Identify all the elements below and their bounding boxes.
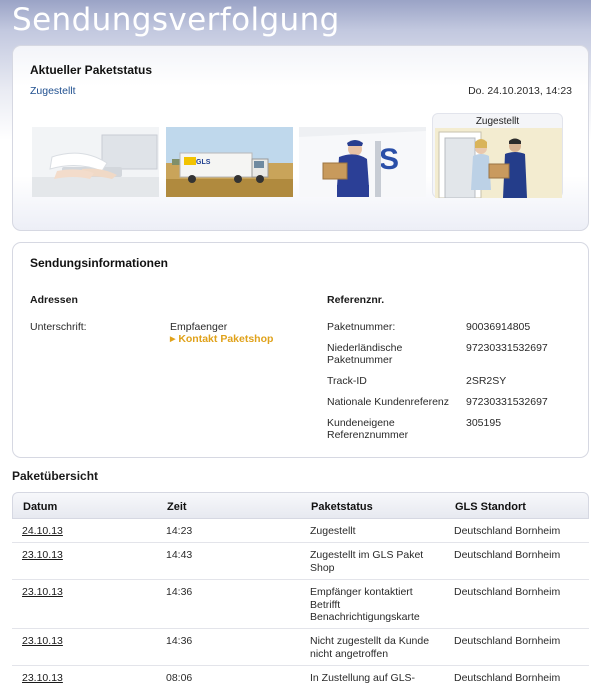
parcel-history-table: Datum Zeit Paketstatus GLS Standort 24.1… <box>12 492 589 684</box>
reference-value: 305195 <box>466 417 502 429</box>
table-header: Datum Zeit Paketstatus GLS Standort <box>12 492 589 519</box>
row-date-link[interactable]: 23.10.13 <box>22 586 63 599</box>
page-title: Sendungsverfolgung <box>12 2 340 38</box>
row-location: Deutschland Bornheim <box>454 525 561 537</box>
info-panel-title: Sendungsinformationen <box>30 256 168 270</box>
row-status: Zugestellt im GLS Paket Shop <box>310 549 424 574</box>
row-status: Nicht zugestellt da Kunde nicht angetrof… <box>310 635 430 660</box>
step-image-courier-van: S <box>299 127 426 197</box>
contact-parcelshop-label: Kontakt Paketshop <box>178 333 274 345</box>
step-delivered-tile: Zugestellt <box>432 113 563 198</box>
reference-label: Nationale Kundenreferenz <box>327 396 450 408</box>
table-row: 23.10.13 14:36 Nicht zugestellt da Kunde… <box>12 629 589 666</box>
reference-label: Track-ID <box>327 375 367 387</box>
row-location: Deutschland Bornheim <box>454 549 561 561</box>
row-location: Deutschland Bornheim <box>454 586 561 598</box>
active-step-label: Zugestellt <box>475 116 520 127</box>
row-time: 08:06 <box>166 672 193 684</box>
reference-label: Kundeneigene Referenznummer <box>327 417 409 441</box>
reference-label: Paketnummer: <box>327 321 396 333</box>
arrow-right-icon: ▶ <box>170 336 176 343</box>
signature-value: Empfaenger <box>170 321 228 333</box>
contact-parcelshop-link[interactable]: ▶ Kontakt Paketshop <box>170 333 273 345</box>
references-heading: Referenznr. <box>327 294 385 306</box>
row-location: Deutschland Bornheim <box>454 672 561 684</box>
table-row: 23.10.13 14:43 Zugestellt im GLS Paket S… <box>12 543 589 580</box>
row-location: Deutschland Bornheim <box>454 635 561 647</box>
step-image-truck: GLS <box>166 127 293 197</box>
step-image-order-entry <box>32 127 159 197</box>
column-header-time: Zeit <box>167 501 187 513</box>
row-time: 14:43 <box>166 549 193 561</box>
current-status-panel: Aktueller Paketstatus Zugestellt Do. 24.… <box>12 45 589 231</box>
table-row: 24.10.13 14:23 Zugestellt Deutschland Bo… <box>12 519 589 543</box>
addresses-heading: Adressen <box>30 294 78 306</box>
row-status: Zugestellt <box>310 525 356 537</box>
column-header-status: Paketstatus <box>311 501 373 513</box>
step-image-delivery <box>435 128 562 198</box>
table-row: 23.10.13 14:36 Empfänger kontaktiert Bet… <box>12 580 589 629</box>
status-datetime: Do. 24.10.2013, 14:23 <box>468 85 572 97</box>
status-panel-title: Aktueller Paketstatus <box>30 63 153 77</box>
row-time: 14:36 <box>166 635 193 647</box>
shipment-info-panel: Sendungsinformationen Adressen Unterschr… <box>12 242 589 458</box>
reference-value: 97230331532697 <box>466 342 548 354</box>
row-date-link[interactable]: 23.10.13 <box>22 635 63 648</box>
reference-value: 97230331532697 <box>466 396 548 408</box>
reference-label: Niederländische Paketnummer <box>327 342 403 366</box>
svg-text:GLS: GLS <box>196 159 211 166</box>
row-time: 14:36 <box>166 586 193 598</box>
row-date-link[interactable]: 23.10.13 <box>22 549 63 562</box>
svg-text:S: S <box>379 143 399 176</box>
column-header-location: GLS Standort <box>455 501 526 513</box>
row-date-link[interactable]: 23.10.13 <box>22 672 63 684</box>
reference-value: 2SR2SY <box>466 375 507 387</box>
row-date-link[interactable]: 24.10.13 <box>22 525 63 538</box>
reference-value: 90036914805 <box>466 321 531 333</box>
current-status-text: Zugestellt <box>30 85 76 97</box>
row-time: 14:23 <box>166 525 193 537</box>
table-row: 23.10.13 08:06 In Zustellung auf GLS- De… <box>12 666 589 684</box>
signature-label: Unterschrift: <box>30 321 87 333</box>
row-status: Empfänger kontaktiert Betrifft Benachric… <box>310 586 420 623</box>
column-header-date: Datum <box>23 501 58 513</box>
overview-title: Paketübersicht <box>12 469 99 483</box>
row-status: In Zustellung auf GLS- <box>310 672 416 684</box>
